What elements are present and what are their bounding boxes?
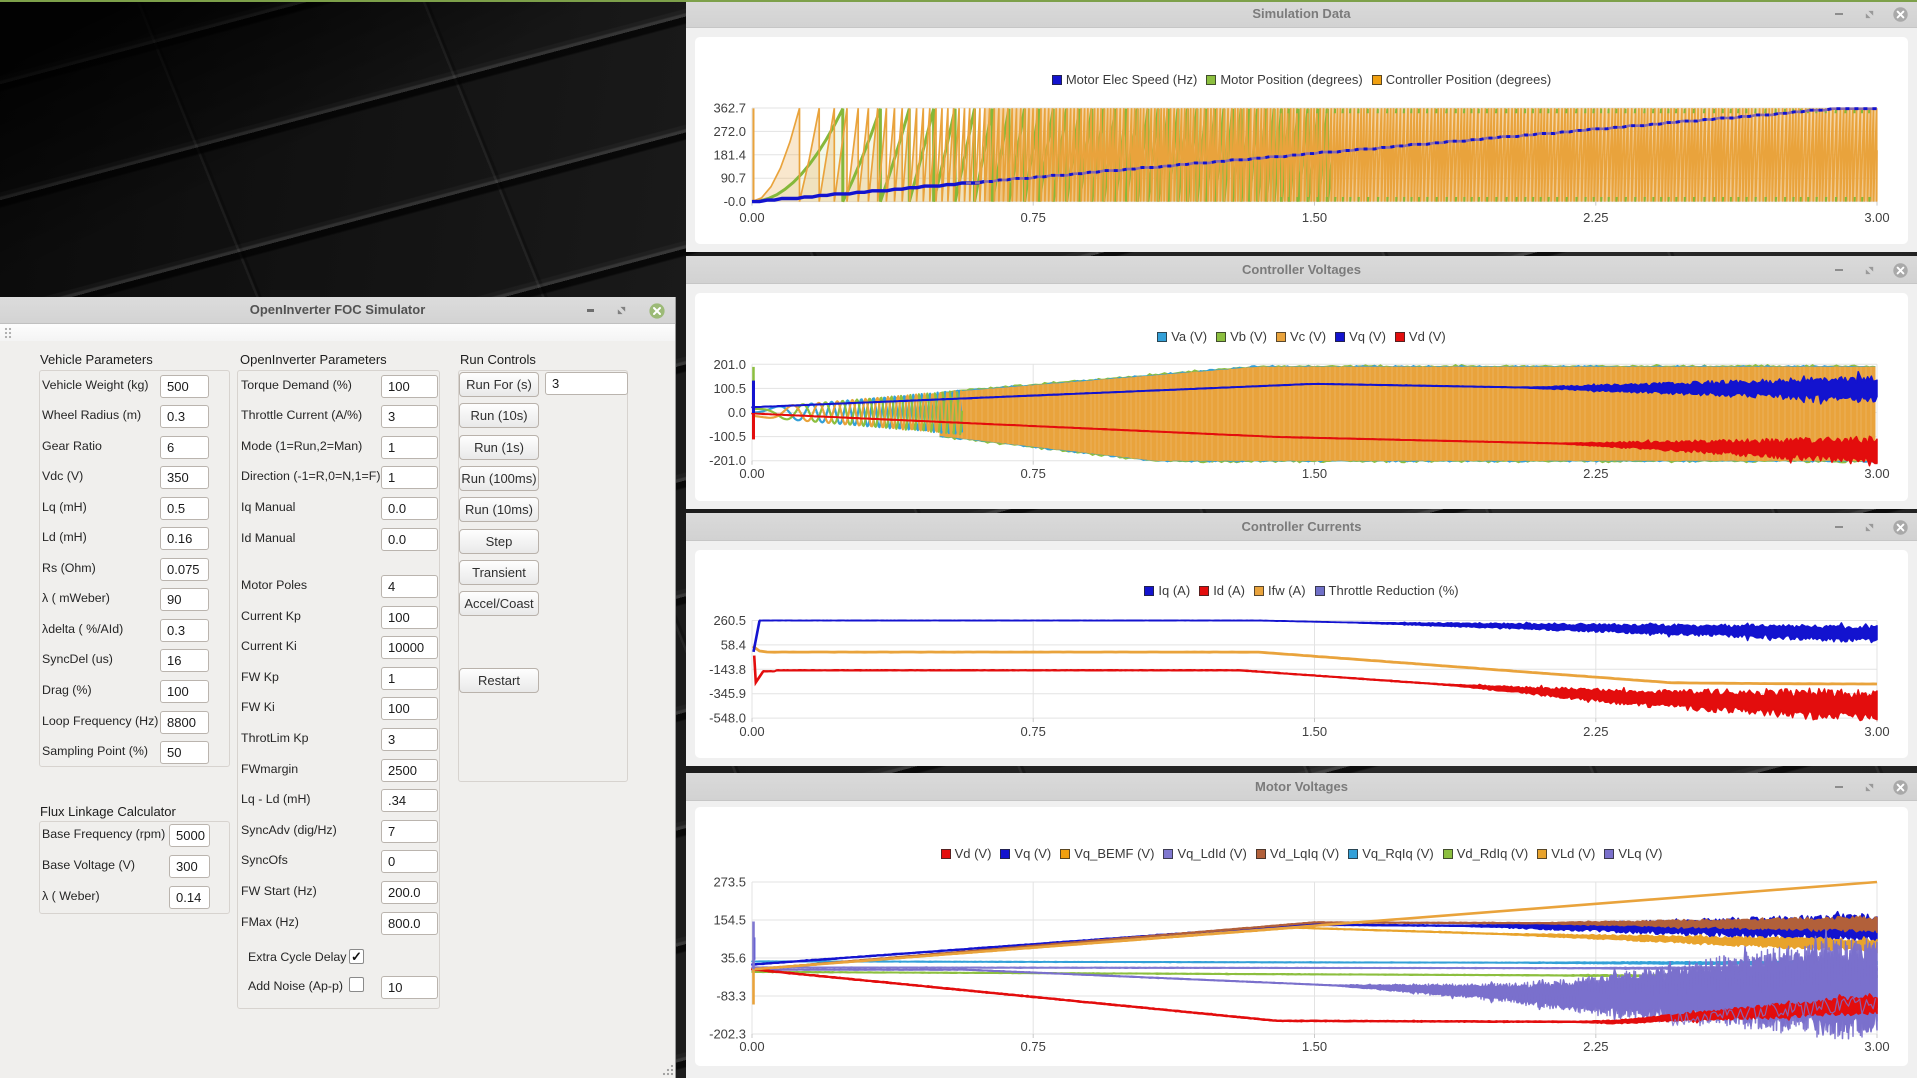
svg-text:0.75: 0.75 — [1021, 210, 1046, 225]
svg-text:-345.9: -345.9 — [709, 686, 746, 701]
svg-text:2.25: 2.25 — [1583, 1039, 1608, 1054]
svg-text:58.4: 58.4 — [721, 637, 746, 652]
svg-text:-83.3: -83.3 — [716, 989, 746, 1004]
svg-text:1.50: 1.50 — [1302, 210, 1327, 225]
svg-text:273.5: 273.5 — [713, 875, 746, 890]
svg-text:181.4: 181.4 — [713, 147, 746, 162]
svg-text:201.0: 201.0 — [713, 357, 746, 372]
svg-text:35.6: 35.6 — [721, 951, 746, 966]
svg-text:272.0: 272.0 — [713, 124, 746, 139]
svg-text:0.00: 0.00 — [739, 724, 764, 739]
svg-text:0.00: 0.00 — [739, 466, 764, 481]
svg-text:1.50: 1.50 — [1302, 466, 1327, 481]
svg-text:260.5: 260.5 — [713, 613, 746, 628]
svg-text:2.25: 2.25 — [1583, 210, 1608, 225]
svg-text:0.75: 0.75 — [1021, 466, 1046, 481]
svg-text:-0.0: -0.0 — [724, 194, 746, 209]
svg-text:-100.5: -100.5 — [709, 429, 746, 444]
svg-text:154.5: 154.5 — [713, 913, 746, 928]
svg-text:-143.8: -143.8 — [709, 662, 746, 677]
svg-text:0.00: 0.00 — [739, 1039, 764, 1054]
svg-text:0.00: 0.00 — [739, 210, 764, 225]
svg-text:1.50: 1.50 — [1302, 724, 1327, 739]
svg-text:3.00: 3.00 — [1864, 1039, 1889, 1054]
svg-text:3.00: 3.00 — [1864, 466, 1889, 481]
svg-text:3.00: 3.00 — [1864, 724, 1889, 739]
svg-text:0.75: 0.75 — [1021, 1039, 1046, 1054]
svg-text:2.25: 2.25 — [1583, 466, 1608, 481]
svg-text:2.25: 2.25 — [1583, 724, 1608, 739]
svg-text:362.7: 362.7 — [713, 101, 746, 116]
svg-text:1.50: 1.50 — [1302, 1039, 1327, 1054]
svg-text:3.00: 3.00 — [1864, 210, 1889, 225]
svg-text:0.0: 0.0 — [728, 405, 746, 420]
svg-text:90.7: 90.7 — [721, 171, 746, 186]
svg-text:0.75: 0.75 — [1021, 724, 1046, 739]
svg-text:100.5: 100.5 — [713, 381, 746, 396]
